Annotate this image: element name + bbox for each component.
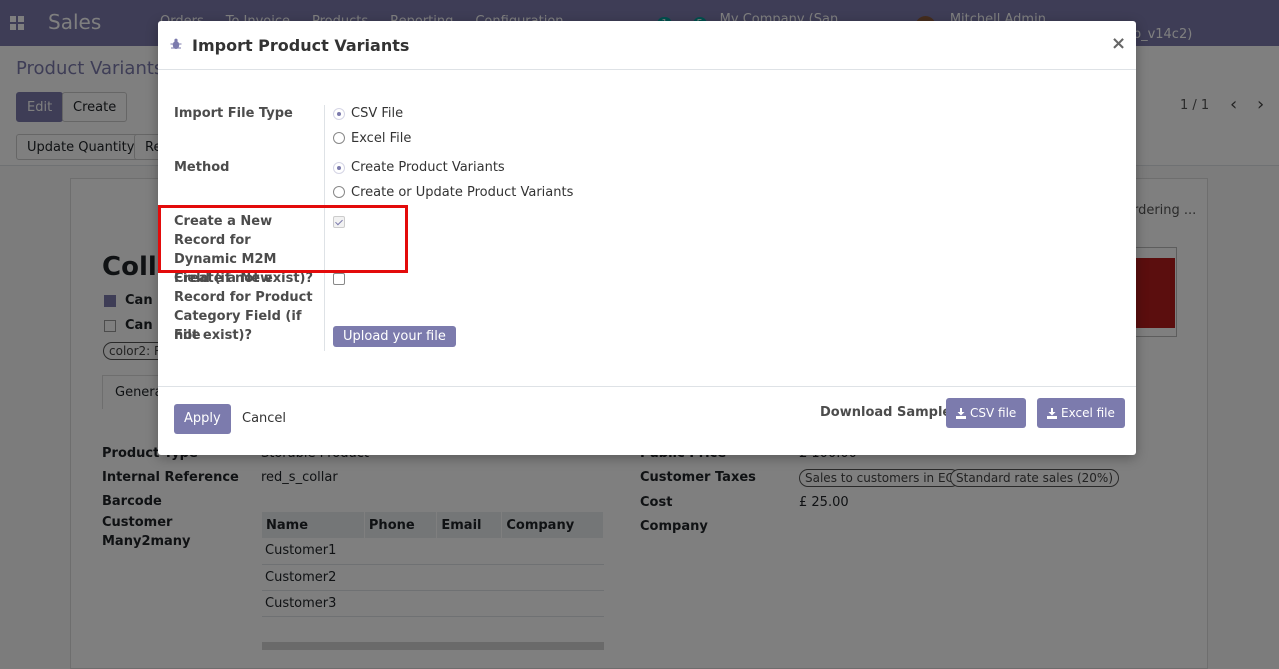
dialog-header: Import Product Variants × xyxy=(158,21,1136,70)
label-separator xyxy=(324,105,325,351)
download-sample-label: Download Sample: xyxy=(820,405,957,420)
cancel-button[interactable]: Cancel xyxy=(242,411,286,426)
excel-sample-button[interactable]: Excel file xyxy=(1037,398,1125,428)
csv-sample-label: CSV file xyxy=(970,406,1017,420)
create-update-variants-option-label[interactable]: Create or Update Product Variants xyxy=(351,185,573,200)
category-checkbox[interactable] xyxy=(333,273,345,285)
excel-file-radio[interactable] xyxy=(333,132,345,144)
dynamic-m2m-checkbox[interactable] xyxy=(333,216,345,228)
csv-file-radio[interactable] xyxy=(333,108,345,120)
excel-sample-label: Excel file xyxy=(1061,406,1115,420)
import-file-type-label: Import File Type xyxy=(174,106,293,121)
create-update-variants-radio[interactable] xyxy=(333,186,345,198)
create-variants-radio[interactable] xyxy=(333,162,345,174)
create-variants-option-label[interactable]: Create Product Variants xyxy=(351,160,505,175)
csv-sample-button[interactable]: CSV file xyxy=(946,398,1027,428)
apply-button[interactable]: Apply xyxy=(174,404,231,434)
excel-file-option-label[interactable]: Excel File xyxy=(351,131,411,146)
close-icon[interactable]: × xyxy=(1111,33,1126,54)
import-dialog: Import Product Variants × Import File Ty… xyxy=(158,21,1136,455)
dialog-footer: Apply Cancel Download Sample: CSV file E… xyxy=(158,386,1136,455)
bug-icon xyxy=(170,38,182,49)
upload-file-button[interactable]: Upload your file xyxy=(333,326,456,347)
download-icon xyxy=(956,407,966,419)
method-label: Method xyxy=(174,160,230,175)
dialog-title: Import Product Variants xyxy=(192,36,410,55)
download-icon xyxy=(1047,407,1057,419)
file-label: File xyxy=(174,328,201,343)
csv-file-option-label[interactable]: CSV File xyxy=(351,106,403,121)
